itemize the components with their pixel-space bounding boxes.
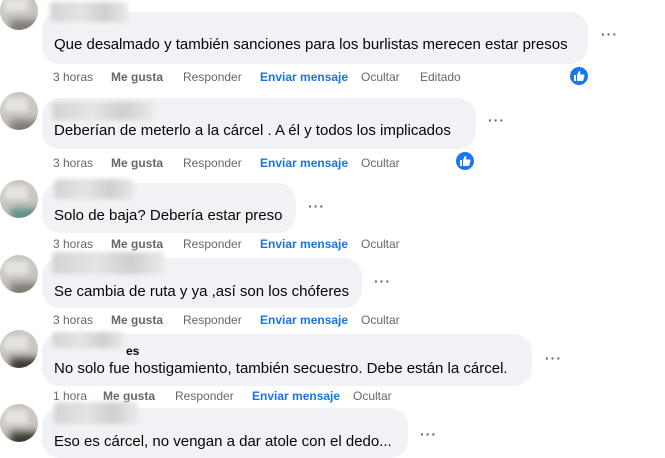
comment-bubble: Se cambia de ruta y ya ,así son los chóf… (42, 252, 362, 308)
commenter-name-blurred[interactable] (52, 332, 124, 348)
commenter-name-blurred[interactable] (54, 402, 138, 424)
comment-bubble: Deberían de meterlo a la cárcel . A él y… (42, 98, 476, 149)
comment-actions: 3 horas Me gusta Responder Enviar mensaj… (53, 313, 413, 329)
comment-bubble: es No solo fue hostigamiento, también se… (42, 332, 532, 386)
comment-actions: 3 horas Me gusta Responder Enviar mensaj… (53, 70, 473, 86)
like-button[interactable]: Me gusta (111, 237, 163, 251)
comment-timestamp[interactable]: 3 horas (53, 156, 93, 170)
send-message-button[interactable]: Enviar mensaje (260, 70, 348, 84)
commenter-name-blurred[interactable] (54, 179, 134, 199)
comment-timestamp[interactable]: 3 horas (53, 70, 93, 84)
comment-text: Solo de baja? Debería estar preso (54, 207, 283, 224)
more-options-icon[interactable]: ··· (545, 350, 562, 366)
commenter-avatar[interactable] (0, 255, 38, 293)
commenter-avatar[interactable] (0, 92, 38, 130)
comment-timestamp[interactable]: 3 horas (53, 313, 93, 327)
commenter-name-blurred[interactable] (52, 102, 154, 120)
hide-button[interactable]: Ocultar (353, 389, 392, 403)
reply-button[interactable]: Responder (183, 70, 242, 84)
commenter-avatar[interactable] (0, 180, 38, 218)
reply-button[interactable]: Responder (183, 237, 242, 251)
comment-text: Deberían de meterlo a la cárcel . A él y… (54, 122, 451, 139)
edited-label: Editado (420, 70, 461, 84)
send-message-button[interactable]: Enviar mensaje (252, 389, 340, 403)
hide-button[interactable]: Ocultar (361, 70, 400, 84)
comment-text: Eso es cárcel, no vengan a dar atole con… (54, 433, 392, 450)
commenter-name-blurred[interactable] (52, 252, 164, 274)
send-message-button[interactable]: Enviar mensaje (260, 237, 348, 251)
commenter-name-blurred[interactable] (50, 2, 128, 22)
comment-timestamp[interactable]: 1 hora (53, 389, 87, 403)
more-options-icon[interactable]: ··· (488, 112, 505, 128)
comment-actions: 3 horas Me gusta Responder Enviar mensaj… (53, 237, 413, 253)
more-options-icon[interactable]: ··· (374, 273, 391, 289)
more-options-icon[interactable]: ··· (308, 198, 325, 214)
comment-bubble: Eso es cárcel, no vengan a dar atole con… (42, 402, 408, 458)
comment-bubble: Que desalmado y también sanciones para l… (42, 2, 588, 64)
like-button[interactable]: Me gusta (111, 313, 163, 327)
reply-button[interactable]: Responder (183, 313, 242, 327)
comment-timestamp[interactable]: 3 horas (53, 237, 93, 251)
commenter-avatar[interactable] (0, 0, 38, 30)
like-button[interactable]: Me gusta (111, 156, 163, 170)
commenter-avatar[interactable] (0, 330, 38, 368)
comment-text: Se cambia de ruta y ya ,así son los chóf… (54, 283, 350, 300)
hide-button[interactable]: Ocultar (361, 156, 400, 170)
hide-button[interactable]: Ocultar (361, 313, 400, 327)
reply-button[interactable]: Responder (175, 389, 234, 403)
like-icon[interactable] (570, 67, 588, 85)
comment-actions: 3 horas Me gusta Responder Enviar mensaj… (53, 156, 413, 172)
like-button[interactable]: Me gusta (111, 70, 163, 84)
reply-button[interactable]: Responder (183, 156, 242, 170)
send-message-button[interactable]: Enviar mensaje (260, 156, 348, 170)
send-message-button[interactable]: Enviar mensaje (260, 313, 348, 327)
like-icon[interactable] (456, 152, 474, 170)
comment-text: Que desalmado y también sanciones para l… (54, 36, 568, 53)
like-button[interactable]: Me gusta (103, 389, 155, 403)
more-options-icon[interactable]: ··· (601, 26, 618, 42)
comment-text: No solo fue hostigamiento, también secue… (54, 360, 508, 377)
more-options-icon[interactable]: ··· (420, 426, 437, 442)
commenter-name-tail[interactable]: es (126, 344, 139, 358)
hide-button[interactable]: Ocultar (361, 237, 400, 251)
comment-bubble: Solo de baja? Debería estar preso (42, 179, 296, 233)
commenter-avatar[interactable] (0, 404, 38, 442)
